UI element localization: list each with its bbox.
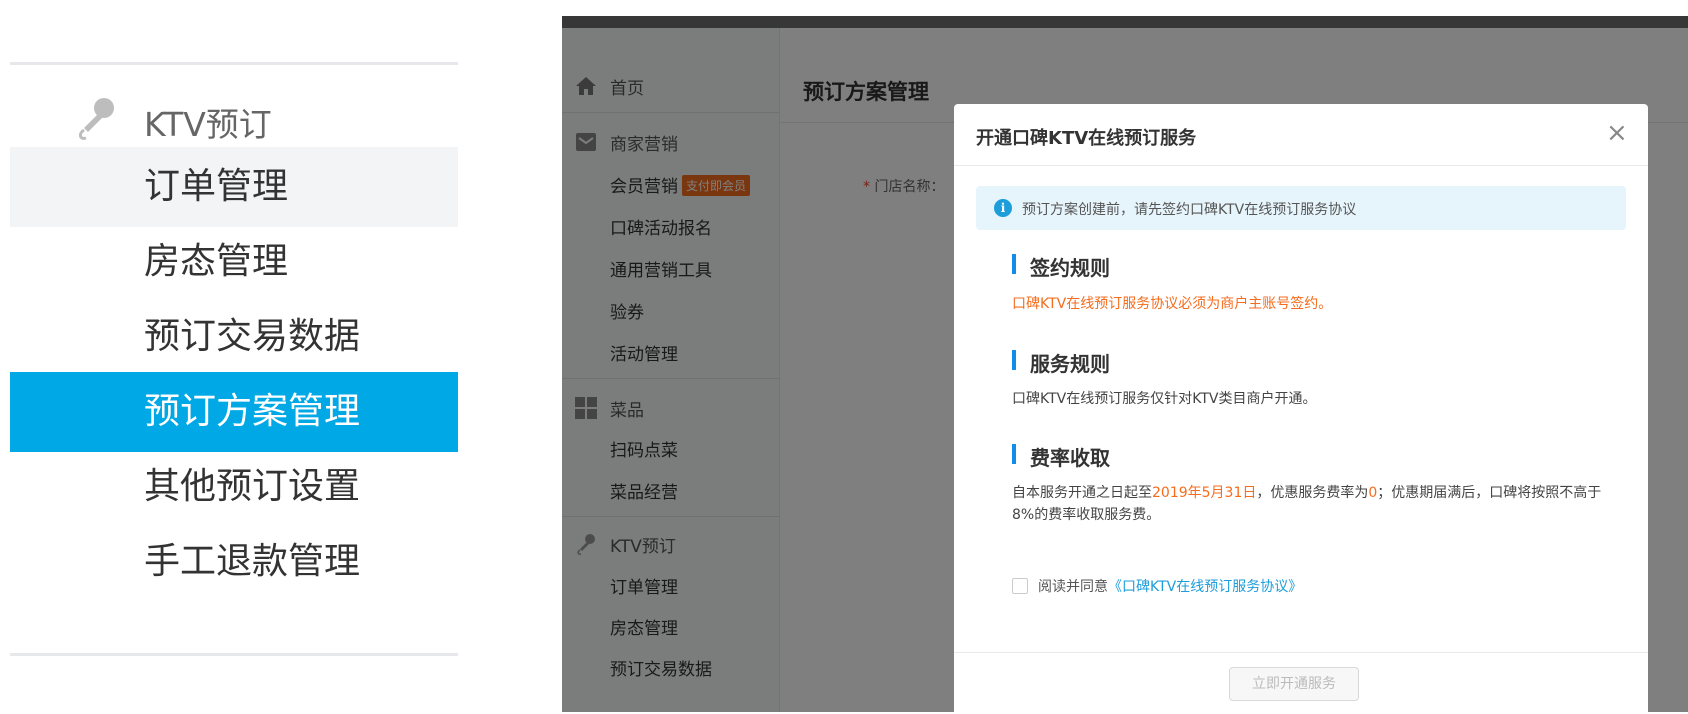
menu-item-room-status[interactable]: 房态管理 bbox=[10, 222, 458, 302]
menu-item-manual-refund[interactable]: 手工退款管理 bbox=[10, 522, 458, 602]
section-text-fee: 自本服务开通之日起至2019年5月31日，优惠服务费率为0；优惠期届满后，口碑将… bbox=[1012, 482, 1602, 526]
fee-date: 2019年5月31日 bbox=[1152, 485, 1257, 501]
enlarged-menu: KTV预订 订单管理 房态管理 预订交易数据 预订方案管理 其他预订设置 手工退… bbox=[10, 62, 458, 658]
microphone-icon bbox=[78, 98, 114, 140]
fee-text-part: 自本服务开通之日起至 bbox=[1012, 485, 1152, 501]
menu-item-booking-plan[interactable]: 预订方案管理 bbox=[10, 372, 458, 452]
menu-group-label: KTV预订 bbox=[144, 105, 272, 144]
divider bbox=[954, 652, 1648, 653]
app-screenshot: 首页 商家营销 会员营销支付即会员 口碑活动报名 通用营销工具 验券 活动管理 … bbox=[562, 16, 1688, 712]
menu-item-booking-data[interactable]: 预订交易数据 bbox=[10, 297, 458, 377]
section-title-service: 服务规则 bbox=[1012, 348, 1110, 377]
close-icon[interactable]: × bbox=[1606, 118, 1628, 148]
menu-item-other-settings[interactable]: 其他预订设置 bbox=[10, 447, 458, 527]
divider bbox=[10, 62, 458, 65]
section-title-fee: 费率收取 bbox=[1012, 442, 1110, 471]
section-text-signing: 口碑KTV在线预订服务协议必须为商户主账号签约。 bbox=[1012, 296, 1333, 312]
agreement-link[interactable]: 《口碑KTV在线预订服务协议》 bbox=[1108, 579, 1302, 595]
section-title-signing: 签约规则 bbox=[1012, 252, 1110, 281]
agree-checkbox[interactable] bbox=[1012, 578, 1028, 594]
info-icon: i bbox=[994, 199, 1012, 217]
activate-service-button[interactable]: 立即开通服务 bbox=[1229, 667, 1359, 701]
info-alert: i 预订方案创建前，请先签约口碑KTV在线预订服务协议 bbox=[976, 186, 1626, 230]
agree-row: 阅读并同意《口碑KTV在线预订服务协议》 bbox=[1012, 576, 1302, 596]
section-text-service: 口碑KTV在线预订服务仅针对KTV类目商户开通。 bbox=[1012, 391, 1317, 407]
divider bbox=[10, 653, 458, 656]
agree-text: 阅读并同意 bbox=[1038, 579, 1108, 595]
modal-header: 开通口碑KTV在线预订服务 × bbox=[954, 104, 1648, 166]
alert-text: 预订方案创建前，请先签约口碑KTV在线预订服务协议 bbox=[1022, 202, 1357, 218]
modal-dialog: 开通口碑KTV在线预订服务 × i 预订方案创建前，请先签约口碑KTV在线预订服… bbox=[954, 104, 1648, 712]
menu-item-order-management[interactable]: 订单管理 bbox=[10, 147, 458, 227]
fee-text-part: ，优惠服务费率为 bbox=[1256, 485, 1369, 501]
modal-title: 开通口碑KTV在线预订服务 bbox=[976, 128, 1197, 149]
fee-rate: 0 bbox=[1368, 485, 1378, 501]
menu-group-ktv[interactable]: KTV预订 bbox=[10, 82, 458, 152]
